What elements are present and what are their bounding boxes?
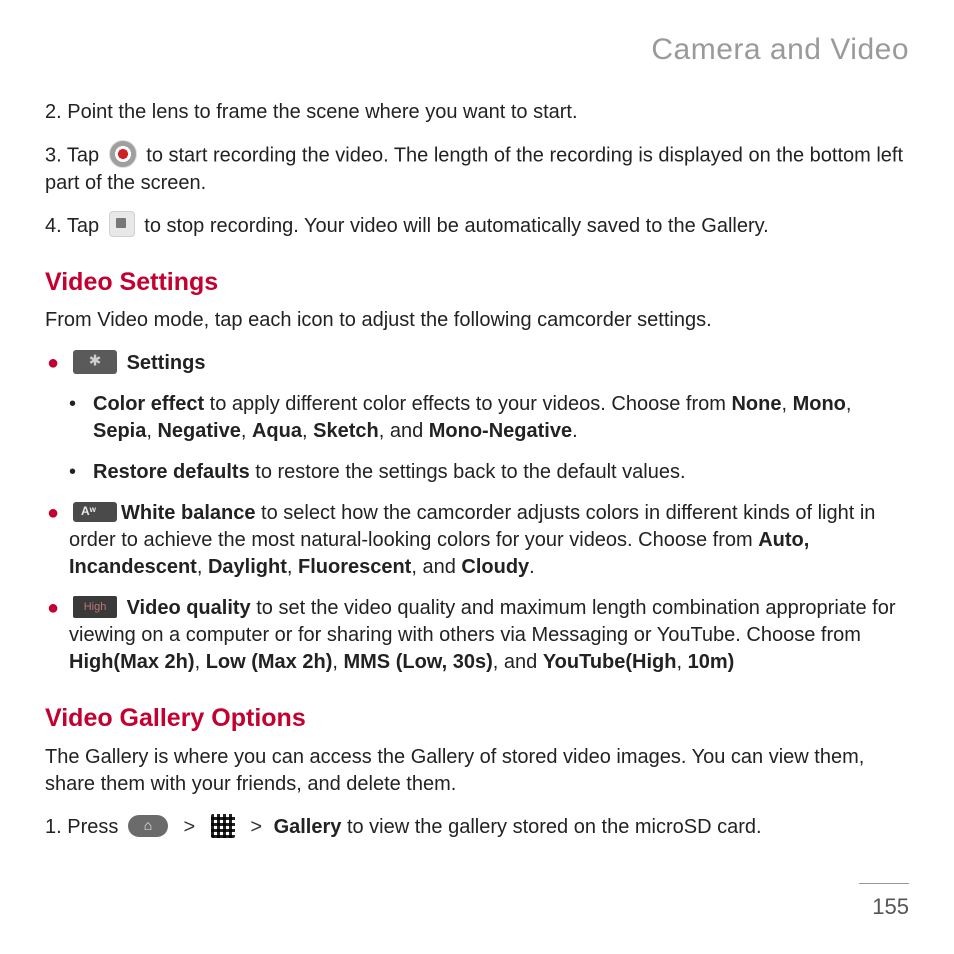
quality-label: Video quality bbox=[127, 597, 251, 619]
step-number: 2. bbox=[45, 101, 62, 123]
sep: , bbox=[241, 420, 252, 442]
bullet-dot: ● bbox=[47, 500, 69, 581]
opt: Negative bbox=[157, 420, 240, 442]
bullet-settings: ● Settings bbox=[45, 350, 909, 377]
wb-label: White balance bbox=[121, 502, 255, 524]
bullet-dot: ● bbox=[47, 350, 69, 377]
video-settings-intro: From Video mode, tap each icon to adjust… bbox=[45, 307, 909, 334]
opt: Mono bbox=[793, 393, 846, 415]
bullet-dot: • bbox=[69, 391, 87, 445]
text: to apply different color effects to your… bbox=[204, 393, 731, 415]
bullet-video-quality: ● High Video quality to set the video qu… bbox=[45, 595, 909, 676]
step-3: 3. Tap to start recording the video. The… bbox=[45, 142, 909, 197]
bullet-white-balance: ● White balance to select how the camcor… bbox=[45, 500, 909, 581]
opt: YouTube(High bbox=[543, 651, 677, 673]
step-number: 3. bbox=[45, 144, 62, 166]
heading-video-gallery: Video Gallery Options bbox=[45, 702, 909, 736]
page-rule bbox=[859, 883, 909, 884]
bullet-dot: • bbox=[69, 459, 87, 486]
sep: , bbox=[197, 556, 208, 578]
step-text-b: to stop recording. Your video will be au… bbox=[144, 215, 768, 237]
opt: Cloudy bbox=[461, 556, 529, 578]
opt: Aqua bbox=[252, 420, 302, 442]
chevron-right-icon: > bbox=[250, 814, 262, 841]
step-4: 4. Tap to stop recording. Your video wil… bbox=[45, 213, 909, 240]
page-number: 155 bbox=[872, 892, 909, 922]
step-text-b: to start recording the video. The length… bbox=[45, 144, 903, 194]
sep: , bbox=[287, 556, 298, 578]
step-2: 2. Point the lens to frame the scene whe… bbox=[45, 99, 909, 126]
chevron-right-icon: > bbox=[184, 814, 196, 841]
step-text-a: Tap bbox=[67, 215, 105, 237]
heading-video-settings: Video Settings bbox=[45, 266, 909, 300]
sep: , bbox=[846, 393, 852, 415]
manual-page: Camera and Video 2. Point the lens to fr… bbox=[0, 0, 954, 954]
opt: Sepia bbox=[93, 420, 146, 442]
sep: , bbox=[302, 420, 313, 442]
step-text: Point the lens to frame the scene where … bbox=[67, 101, 577, 123]
sep: . bbox=[572, 420, 578, 442]
sep: , bbox=[146, 420, 157, 442]
gallery-label: Gallery bbox=[274, 816, 342, 838]
step-text-a: Tap bbox=[67, 144, 105, 166]
record-icon bbox=[109, 140, 137, 168]
sep: . bbox=[529, 556, 535, 578]
text: to restore the settings back to the defa… bbox=[250, 461, 686, 483]
bullet-color-effect: • Color effect to apply different color … bbox=[45, 391, 909, 445]
step-number: 4. bbox=[45, 215, 62, 237]
sep: , bbox=[781, 393, 792, 415]
opt: MMS (Low, 30s) bbox=[343, 651, 492, 673]
opt: Sketch bbox=[313, 420, 379, 442]
settings-label: Settings bbox=[127, 352, 206, 374]
sep: , and bbox=[493, 651, 543, 673]
apps-grid-icon bbox=[211, 814, 235, 838]
quality-icon: High bbox=[73, 596, 117, 618]
home-icon bbox=[128, 815, 168, 837]
gallery-intro: The Gallery is where you can access the … bbox=[45, 744, 909, 798]
sep: , bbox=[195, 651, 206, 673]
opt: Low (Max 2h) bbox=[206, 651, 333, 673]
text: Press bbox=[67, 816, 124, 838]
chapter-title: Camera and Video bbox=[45, 30, 909, 71]
stop-icon bbox=[109, 211, 135, 237]
restore-label: Restore defaults bbox=[93, 461, 250, 483]
sep: , bbox=[332, 651, 343, 673]
text: to view the gallery stored on the microS… bbox=[341, 816, 761, 838]
white-balance-icon bbox=[73, 502, 117, 522]
opt: 10m) bbox=[688, 651, 735, 673]
sep: , and bbox=[411, 556, 461, 578]
gear-icon bbox=[73, 350, 117, 374]
opt: None bbox=[731, 393, 781, 415]
opt: Mono-Negative bbox=[429, 420, 572, 442]
opt: Daylight bbox=[208, 556, 287, 578]
color-effect-label: Color effect bbox=[93, 393, 204, 415]
bullet-dot: ● bbox=[47, 595, 69, 676]
opt: Fluorescent bbox=[298, 556, 411, 578]
sep: , bbox=[676, 651, 687, 673]
bullet-restore-defaults: • Restore defaults to restore the settin… bbox=[45, 459, 909, 486]
step-number: 1. bbox=[45, 816, 62, 838]
gallery-step-1: 1. Press > > Gallery to view the gallery… bbox=[45, 814, 909, 841]
sep: , and bbox=[379, 420, 429, 442]
opt: High(Max 2h) bbox=[69, 651, 195, 673]
